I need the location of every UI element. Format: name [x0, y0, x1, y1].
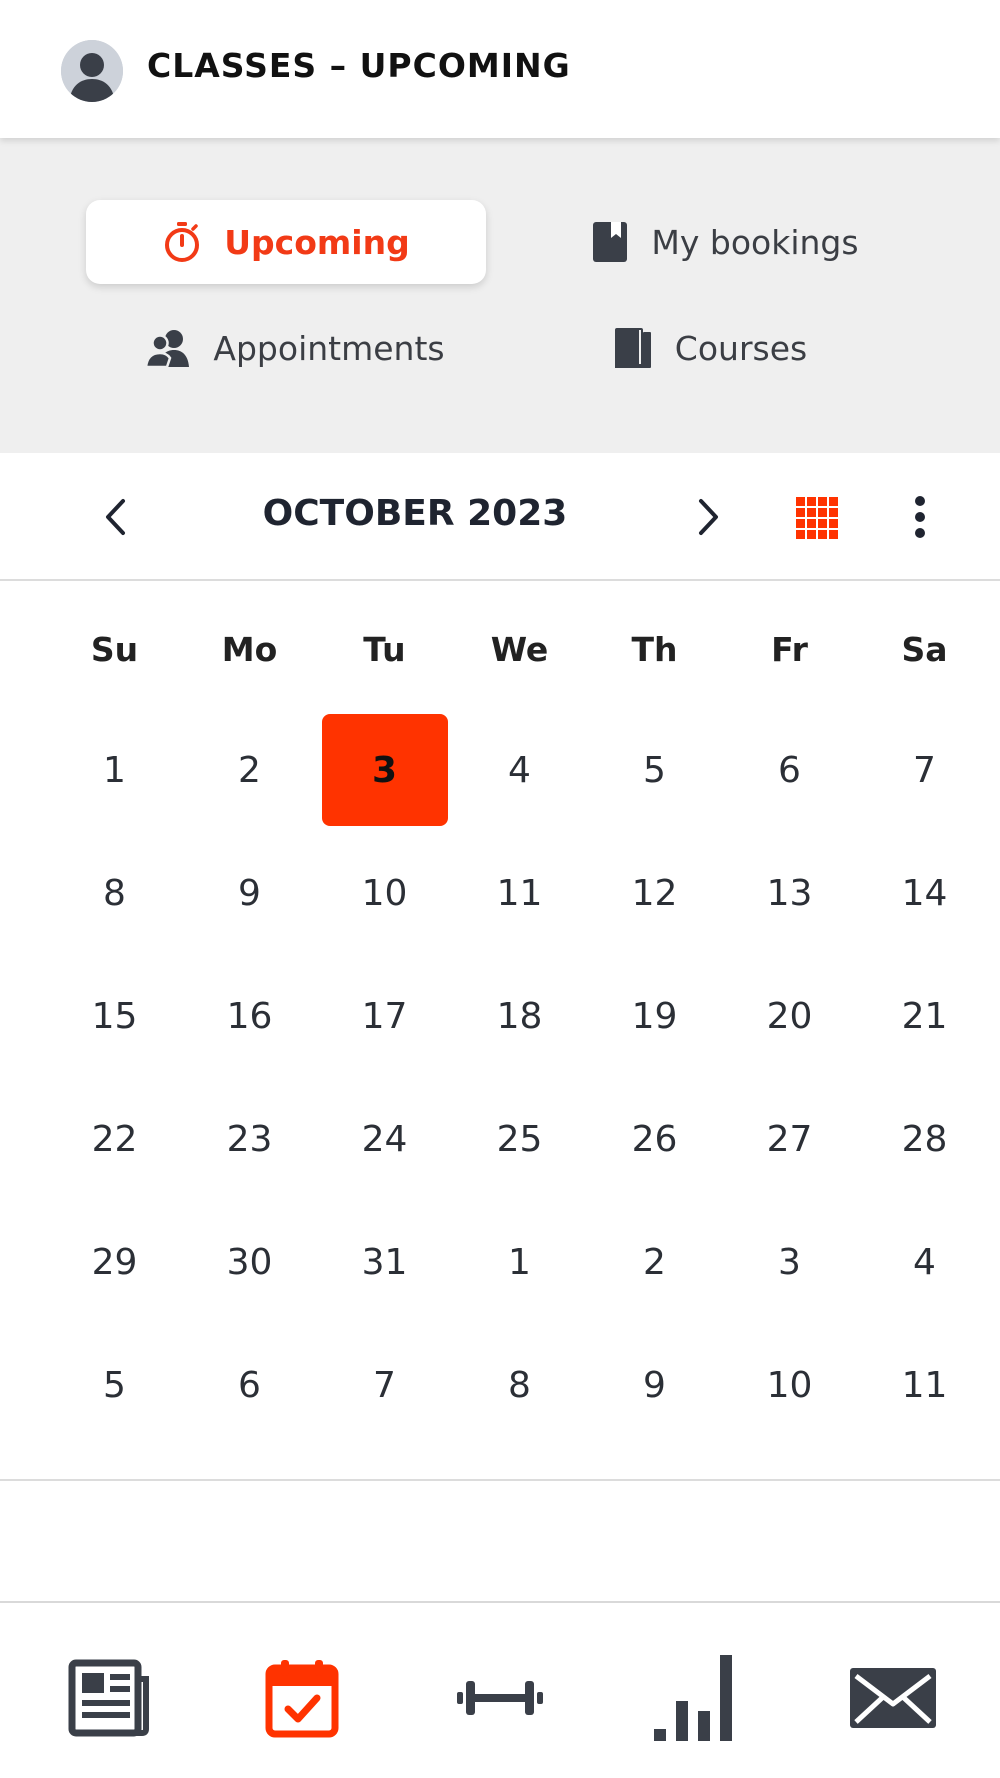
weekday-label: Mo	[221, 630, 278, 669]
calendar-day[interactable]: 28	[862, 1083, 988, 1195]
tab-my-bookings-label: My bookings	[651, 222, 859, 262]
dumbbell-icon	[457, 1681, 543, 1715]
calendar-day[interactable]: 23	[187, 1083, 313, 1195]
calendar-day[interactable]: 4	[457, 714, 583, 826]
calendar-day[interactable]: 25	[457, 1083, 583, 1195]
weekday-label: Fr	[771, 630, 808, 669]
divider	[0, 1479, 1000, 1481]
tab-appointments-label: Appointments	[213, 328, 445, 368]
newspaper-icon	[68, 1659, 149, 1737]
weekday-header-row: Su Mo Tu We Th Fr Sa	[47, 630, 992, 680]
next-month-button[interactable]	[682, 489, 734, 545]
weekday-label: Su	[90, 630, 139, 669]
weekday-label: Tu	[363, 630, 406, 669]
calendar-day[interactable]: 16	[187, 960, 313, 1072]
calendar-day[interactable]: 29	[52, 1206, 178, 1318]
calendar-day[interactable]: 6	[727, 714, 853, 826]
chevron-left-icon	[106, 499, 125, 535]
tab-stats[interactable]	[645, 1653, 745, 1743]
stopwatch-icon	[165, 222, 200, 262]
calendar-day[interactable]: 11	[862, 1329, 988, 1441]
book-icon	[614, 328, 651, 368]
tab-upcoming[interactable]: Upcoming	[86, 200, 486, 284]
avatar[interactable]	[61, 40, 123, 102]
calendar-day[interactable]: 5	[592, 714, 718, 826]
people-icon	[145, 330, 190, 368]
calendar-day[interactable]: 9	[187, 837, 313, 949]
calendar-day[interactable]: 10	[322, 837, 448, 949]
calendar-day[interactable]: 17	[322, 960, 448, 1072]
tab-messages[interactable]	[843, 1653, 943, 1743]
calendar-day[interactable]: 1	[457, 1206, 583, 1318]
top-bar: CLASSES – UPCOMING	[0, 0, 1000, 138]
month-title: OCTOBER 2023	[262, 493, 568, 534]
app-screen: CLASSES – UPCOMING Upcoming My bookings	[0, 0, 1000, 1778]
bottom-tab-bar	[0, 1601, 1000, 1778]
tab-calendar[interactable]	[252, 1653, 352, 1743]
user-silhouette-icon	[61, 40, 123, 102]
calendar-day[interactable]: 12	[592, 837, 718, 949]
grid-view-button[interactable]	[790, 491, 844, 545]
calendar-day[interactable]: 24	[322, 1083, 448, 1195]
calendar-day[interactable]: 27	[727, 1083, 853, 1195]
calendar-day[interactable]: 26	[592, 1083, 718, 1195]
more-vertical-icon	[915, 496, 925, 538]
calendar-day[interactable]: 7	[322, 1329, 448, 1441]
calendar-day[interactable]: 8	[52, 837, 178, 949]
calendar-day[interactable]: 4	[862, 1206, 988, 1318]
mail-icon	[850, 1668, 936, 1728]
calendar-day[interactable]: 18	[457, 960, 583, 1072]
tab-appointments[interactable]: Appointments	[100, 306, 490, 390]
previous-month-button[interactable]	[90, 489, 142, 545]
calendar-day[interactable]: 20	[727, 960, 853, 1072]
tab-workouts[interactable]	[450, 1653, 550, 1743]
calendar-day[interactable]: 21	[862, 960, 988, 1072]
calendar-day[interactable]: 15	[52, 960, 178, 1072]
calendar-day[interactable]: 31	[322, 1206, 448, 1318]
bookmark-icon	[593, 222, 628, 262]
calendar-day[interactable]: 5	[52, 1329, 178, 1441]
calendar-day[interactable]: 22	[52, 1083, 178, 1195]
weekday-label: We	[490, 630, 549, 669]
calendar-day[interactable]: 19	[592, 960, 718, 1072]
grid-icon	[796, 497, 838, 539]
tab-my-bookings[interactable]: My bookings	[540, 200, 910, 284]
calendar-day[interactable]: 1	[52, 714, 178, 826]
more-options-button[interactable]	[898, 489, 942, 545]
page-title: CLASSES – UPCOMING	[147, 46, 571, 85]
calendar-day[interactable]: 9	[592, 1329, 718, 1441]
tab-news[interactable]	[60, 1653, 160, 1743]
month-navigation: OCTOBER 2023	[0, 453, 1000, 581]
calendar-day[interactable]: 10	[727, 1329, 853, 1441]
weekday-label: Sa	[901, 630, 948, 669]
calendar-day[interactable]: 30	[187, 1206, 313, 1318]
calendar-check-icon	[265, 1660, 339, 1738]
tab-courses[interactable]: Courses	[560, 306, 860, 390]
calendar-day[interactable]: 6	[187, 1329, 313, 1441]
calendar-grid: 1 2 3 4 5 6 7 8 9 10 11 12 13 14 15 16 17 18 19 20 21 22 23 24 2…	[47, 714, 992, 1454]
calendar-day[interactable]: 7	[862, 714, 988, 826]
calendar-day[interactable]: 8	[457, 1329, 583, 1441]
calendar-day[interactable]: 14	[862, 837, 988, 949]
calendar-day-selected[interactable]: 3	[321, 714, 448, 826]
calendar-day[interactable]: 2	[187, 714, 313, 826]
calendar-day[interactable]: 2	[592, 1206, 718, 1318]
bar-chart-icon	[654, 1655, 732, 1741]
weekday-label: Th	[631, 630, 678, 669]
tab-upcoming-label: Upcoming	[224, 222, 410, 262]
view-switcher: Upcoming My bookings Appointments Course…	[0, 138, 1000, 453]
calendar-day[interactable]: 3	[727, 1206, 853, 1318]
calendar-day[interactable]: 11	[457, 837, 583, 949]
tab-courses-label: Courses	[674, 328, 808, 368]
chevron-right-icon	[699, 499, 718, 535]
calendar-day[interactable]: 13	[727, 837, 853, 949]
